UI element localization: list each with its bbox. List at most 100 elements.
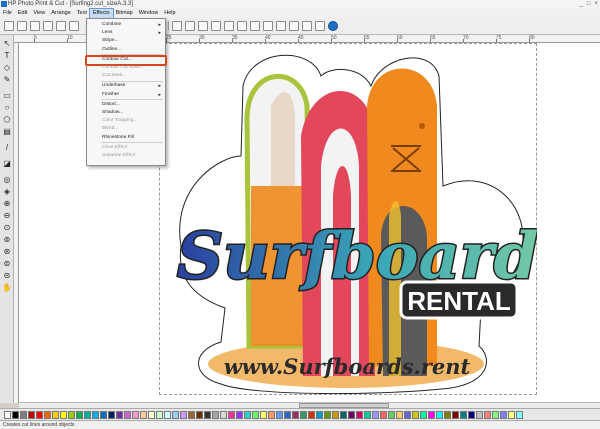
- effects-menu-item[interactable]: Lens ▸: [87, 29, 165, 37]
- effects-menu-item[interactable]: Distort...: [87, 101, 165, 109]
- color-swatch[interactable]: [140, 410, 147, 419]
- color-swatch[interactable]: [172, 410, 179, 419]
- color-swatch[interactable]: [148, 410, 155, 419]
- color-swatch[interactable]: [164, 410, 171, 419]
- zoom-out-tool-icon[interactable]: ⊖: [2, 211, 12, 221]
- zoom-selection-icon[interactable]: ⊚: [2, 235, 12, 245]
- color-swatch[interactable]: [212, 410, 219, 419]
- color-swatch[interactable]: [404, 410, 411, 419]
- zoom-tool-icon[interactable]: ⊕: [2, 199, 12, 209]
- menu-effects[interactable]: Effects: [88, 8, 114, 19]
- rectangle-tool-icon[interactable]: ▭: [2, 91, 12, 101]
- node-tool-icon[interactable]: ◈: [2, 187, 12, 197]
- color-swatch[interactable]: [388, 410, 395, 419]
- color-swatch[interactable]: [332, 410, 339, 419]
- export-icon[interactable]: [56, 21, 66, 31]
- menu-help[interactable]: Help: [161, 9, 178, 18]
- shape-tool-icon[interactable]: ◇: [2, 63, 12, 73]
- polygon-tool-icon[interactable]: ⬠: [2, 115, 12, 125]
- color-swatch[interactable]: [76, 410, 83, 419]
- menu-file[interactable]: File: [0, 9, 15, 18]
- color-swatch[interactable]: [244, 410, 251, 419]
- color-swatch[interactable]: [500, 410, 507, 419]
- ellipse-tool-icon[interactable]: ○: [2, 103, 12, 113]
- color-swatch[interactable]: [260, 410, 267, 419]
- menu-arrange[interactable]: Arrange: [48, 9, 74, 18]
- new-file-icon[interactable]: [4, 21, 14, 31]
- open-file-icon[interactable]: [17, 21, 27, 31]
- zoom-fit-icon[interactable]: [263, 21, 273, 31]
- color-swatch[interactable]: [396, 410, 403, 419]
- redo-icon[interactable]: [185, 21, 195, 31]
- color-swatch[interactable]: [436, 410, 443, 419]
- color-swatch[interactable]: [220, 410, 227, 419]
- knife-tool-icon[interactable]: /: [2, 143, 12, 153]
- color-swatch[interactable]: [372, 410, 379, 419]
- color-swatch[interactable]: [412, 410, 419, 419]
- color-swatch[interactable]: [132, 410, 139, 419]
- paste-icon[interactable]: [224, 21, 234, 31]
- zoom-out-icon[interactable]: [250, 21, 260, 31]
- color-swatch[interactable]: [284, 410, 291, 419]
- cut-icon[interactable]: [198, 21, 208, 31]
- color-swatch[interactable]: [12, 410, 19, 419]
- color-swatch[interactable]: [356, 410, 363, 419]
- color-swatch[interactable]: [108, 410, 115, 419]
- color-swatch[interactable]: [52, 410, 59, 419]
- color-swatch[interactable]: [508, 410, 515, 419]
- color-swatch[interactable]: [44, 410, 51, 419]
- zoom-height-icon[interactable]: ⊝: [2, 271, 12, 281]
- zoom-page-icon[interactable]: ⊙: [2, 223, 12, 233]
- pan-tool-icon[interactable]: ✋: [2, 283, 12, 293]
- color-swatch[interactable]: [484, 410, 491, 419]
- color-swatch[interactable]: [60, 410, 67, 419]
- color-swatch[interactable]: [444, 410, 451, 419]
- effects-menu-item[interactable]: Outline...: [87, 46, 165, 54]
- color-swatch[interactable]: [188, 410, 195, 419]
- color-swatch[interactable]: [180, 410, 187, 419]
- color-swatch[interactable]: [204, 410, 211, 419]
- align-icon[interactable]: [302, 21, 312, 31]
- color-swatch[interactable]: [100, 410, 107, 419]
- color-swatch[interactable]: [300, 410, 307, 419]
- effects-menu-item[interactable]: Contour Cut...: [87, 56, 165, 64]
- fill-tool-icon[interactable]: ▤: [2, 127, 12, 137]
- color-swatch[interactable]: [476, 410, 483, 419]
- close-button[interactable]: ×: [594, 1, 598, 8]
- print-icon[interactable]: [69, 21, 79, 31]
- color-swatch[interactable]: [516, 410, 523, 419]
- color-swatch[interactable]: [308, 410, 315, 419]
- color-swatch[interactable]: [28, 410, 35, 419]
- color-swatch[interactable]: [316, 410, 323, 419]
- color-swatch[interactable]: [468, 410, 475, 419]
- effects-menu-item[interactable]: Underbase ▸: [87, 82, 165, 90]
- color-swatch[interactable]: [92, 410, 99, 419]
- surfboards-artwork[interactable]: Surfboards RENTAL www.Surfboards.rent: [161, 46, 537, 394]
- bezier-tool-icon[interactable]: ✎: [2, 75, 12, 85]
- color-swatch[interactable]: [292, 410, 299, 419]
- menu-edit[interactable]: Edit: [15, 9, 30, 18]
- effects-menu-item[interactable]: Finisher ▸: [87, 91, 165, 99]
- import-icon[interactable]: [43, 21, 53, 31]
- color-swatch[interactable]: [36, 410, 43, 419]
- color-swatch[interactable]: [156, 410, 163, 419]
- effects-menu-item[interactable]: Rhinestone Fill: [87, 134, 165, 142]
- color-swatch[interactable]: [196, 410, 203, 419]
- menu-window[interactable]: Window: [136, 9, 162, 18]
- color-swatch[interactable]: [348, 410, 355, 419]
- maximize-button[interactable]: □: [587, 1, 591, 8]
- effects-menu-item[interactable]: Shadow...: [87, 109, 165, 117]
- hp-logo-icon[interactable]: [328, 21, 338, 31]
- color-swatch[interactable]: [492, 410, 499, 419]
- color-swatch[interactable]: [324, 410, 331, 419]
- copy-icon[interactable]: [211, 21, 221, 31]
- weld-tool-icon[interactable]: ◎: [2, 175, 12, 185]
- send-to-cutter-icon[interactable]: [315, 21, 325, 31]
- color-swatch[interactable]: [420, 410, 427, 419]
- pick-tool-icon[interactable]: ↖: [2, 39, 12, 49]
- color-swatch[interactable]: [380, 410, 387, 419]
- menu-bitmap[interactable]: Bitmap: [113, 9, 136, 18]
- effects-menu-item[interactable]: Combine ▸: [87, 21, 165, 29]
- color-swatch[interactable]: [364, 410, 371, 419]
- undo-icon[interactable]: [172, 21, 182, 31]
